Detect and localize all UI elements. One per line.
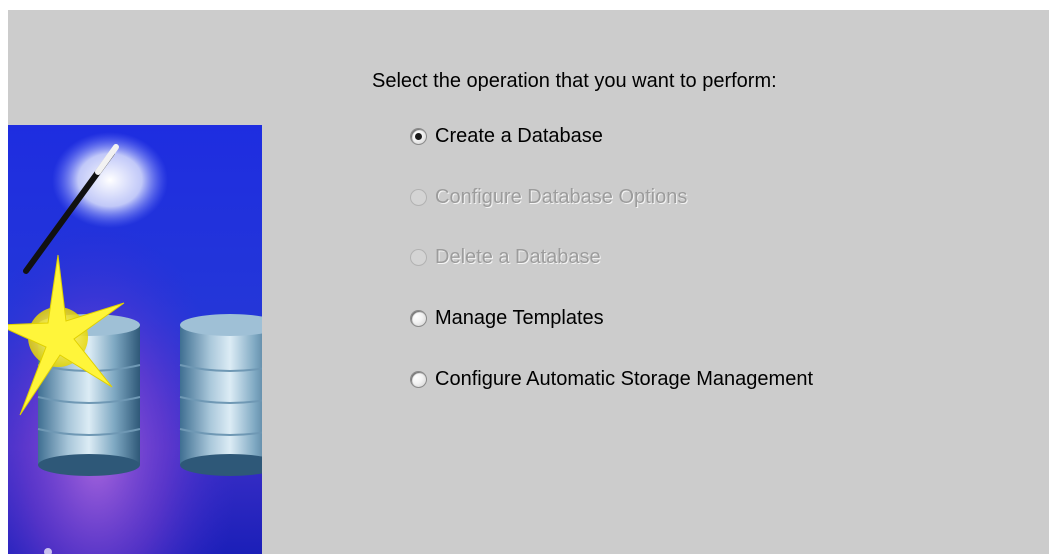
delete-database-label: Delete a Database [435, 245, 601, 268]
radio-selected-icon[interactable] [410, 127, 427, 145]
radio-disabled-icon [410, 188, 427, 206]
radio-unselected-icon[interactable] [410, 309, 427, 327]
configure-database-options-label: Configure Database Options [435, 185, 688, 208]
manage-templates-option[interactable]: Manage Templates [410, 302, 604, 334]
create-database-label[interactable]: Create a Database [435, 125, 603, 148]
configure-database-options-option: Configure Database Options [410, 181, 687, 213]
radio-disabled-icon [410, 248, 427, 266]
configure-asm-option[interactable]: Configure Automatic Storage Management [410, 363, 813, 395]
database-cylinder-icon [179, 314, 262, 476]
create-database-option[interactable]: Create a Database [410, 120, 603, 152]
operation-prompt: Select the operation that you want to pe… [372, 70, 777, 92]
configure-asm-label[interactable]: Configure Automatic Storage Management [435, 368, 813, 391]
radio-unselected-icon[interactable] [410, 370, 427, 388]
delete-database-option: Delete a Database [410, 241, 601, 273]
wizard-illustration [8, 125, 262, 554]
manage-templates-label[interactable]: Manage Templates [435, 307, 604, 330]
